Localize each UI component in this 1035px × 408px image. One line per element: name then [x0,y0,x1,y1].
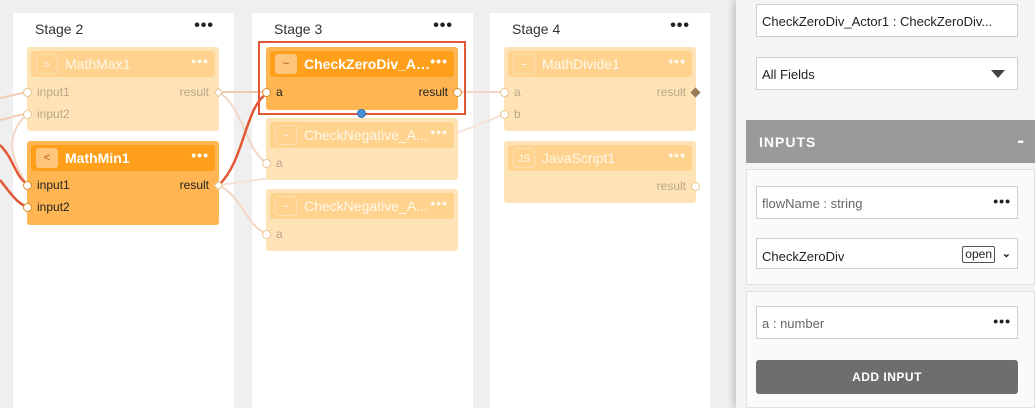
max-icon: > [36,54,58,74]
flowname-value-select[interactable]: CheckZeroDiv open ⌄ [756,238,1018,269]
divide-icon: ÷ [513,54,535,74]
port-a: a [276,156,283,170]
open-button[interactable]: open [962,246,995,263]
stage-title: Stage 2 [35,21,84,37]
flowname-input-label[interactable]: flowName : string ••• [756,186,1018,219]
port-input2: input2 [37,107,70,121]
port-input1: input1 [37,85,70,99]
inputs-section-title: INPUTS [759,134,817,150]
actor-name-field[interactable]: CheckZeroDiv_Actor1 : CheckZeroDiv... [756,4,1018,37]
stage-title: Stage 3 [274,21,323,37]
node-title: CheckNegative_A... [304,127,428,143]
input-port-dot[interactable] [500,88,509,97]
node-menu-button[interactable]: ••• [668,53,686,69]
node-title: CheckNegative_A... [304,198,428,214]
node-header[interactable]: ~ CheckNegative_A... ••• [270,122,454,148]
selection-handle[interactable] [357,109,366,118]
node-checknegative-2[interactable]: ~ CheckNegative_A... ••• a [262,189,458,251]
stage-menu-button[interactable]: ••• [194,17,214,35]
add-input-button[interactable]: ADD INPUT [756,360,1018,394]
stage-title: Stage 4 [512,21,561,37]
node-checknegative-1[interactable]: ~ CheckNegative_A... ••• a [262,118,458,180]
min-icon: < [36,148,58,168]
node-menu-button[interactable]: ••• [430,124,448,140]
port-input2: input2 [37,200,70,214]
node-menu-button[interactable]: ••• [191,53,209,69]
input-port-dot[interactable] [23,110,32,119]
node-title: MathMin1 [65,150,130,166]
node-menu-button[interactable]: ••• [668,147,686,163]
port-result: result [179,85,209,99]
node-mathmin1[interactable]: < MathMin1 ••• input1 input2 result [23,141,224,225]
input-menu-button[interactable]: ••• [993,193,1011,209]
port-result: result [179,178,209,192]
node-title: MathMax1 [65,56,131,72]
node-header[interactable]: ~ CheckNegative_A... ••• [270,193,454,219]
a-input-label[interactable]: a : number ••• [756,306,1018,339]
node-mathdivide1[interactable]: ÷ MathDivide1 ••• a b result [500,47,701,131]
node-header[interactable]: ÷ MathDivide1 ••• [508,51,692,77]
output-port-dot[interactable] [691,182,700,191]
stage-menu-button[interactable]: ••• [670,17,690,35]
flowname-value: CheckZeroDiv [762,249,845,264]
node-menu-button[interactable]: ••• [191,147,209,163]
input-port-dot[interactable] [262,159,271,168]
javascript-icon: JS [513,148,535,168]
node-header[interactable]: < MathMin1 ••• [31,145,215,171]
port-result: result [656,85,686,99]
port-result: result [656,179,686,193]
input-group-flowname: flowName : string ••• CheckZeroDiv open … [746,169,1035,285]
node-menu-button[interactable]: ••• [430,195,448,211]
node-header[interactable]: > MathMax1 ••• [31,51,215,77]
input-port-dot[interactable] [23,181,32,190]
fields-filter-select[interactable]: All Fields [756,57,1018,90]
input-name-type: flowName : string [762,196,863,211]
port-a: a [276,227,283,241]
node-title: MathDivide1 [542,56,620,72]
port-input1: input1 [37,178,70,192]
input-menu-button[interactable]: ••• [993,313,1011,329]
input-port-dot[interactable] [262,230,271,239]
node-header[interactable]: JS JavaScript1 ••• [508,145,692,171]
tilde-icon: ~ [275,196,297,216]
input-port-dot[interactable] [23,88,32,97]
port-a: a [514,85,521,99]
node-javascript1[interactable]: JS JavaScript1 ••• result [504,141,700,203]
input-name-type: a : number [762,316,825,331]
tilde-icon: ~ [275,125,297,145]
input-port-dot[interactable] [500,110,509,119]
input-port-dot[interactable] [23,203,32,212]
actor-name-value: CheckZeroDiv_Actor1 : CheckZeroDiv... [762,14,993,29]
port-b: b [514,107,521,121]
selection-outline [258,41,466,115]
dropdown-caret-icon [991,70,1005,78]
node-mathmax1[interactable]: > MathMax1 ••• input1 input2 result [23,47,224,131]
flow-canvas[interactable]: Stage 2 ••• Stage 3 ••• Stage 4 ••• > Ma… [0,0,736,408]
node-title: JavaScript1 [542,150,616,166]
properties-panel: CheckZeroDiv_Actor1 : CheckZeroDiv... Al… [736,0,1035,408]
stage-menu-button[interactable]: ••• [433,17,453,35]
chevron-down-icon[interactable]: ⌄ [1002,247,1011,260]
collapse-icon[interactable]: - [1017,130,1025,153]
inputs-section-header[interactable]: INPUTS - [746,120,1035,163]
fields-filter-value: All Fields [762,67,815,82]
